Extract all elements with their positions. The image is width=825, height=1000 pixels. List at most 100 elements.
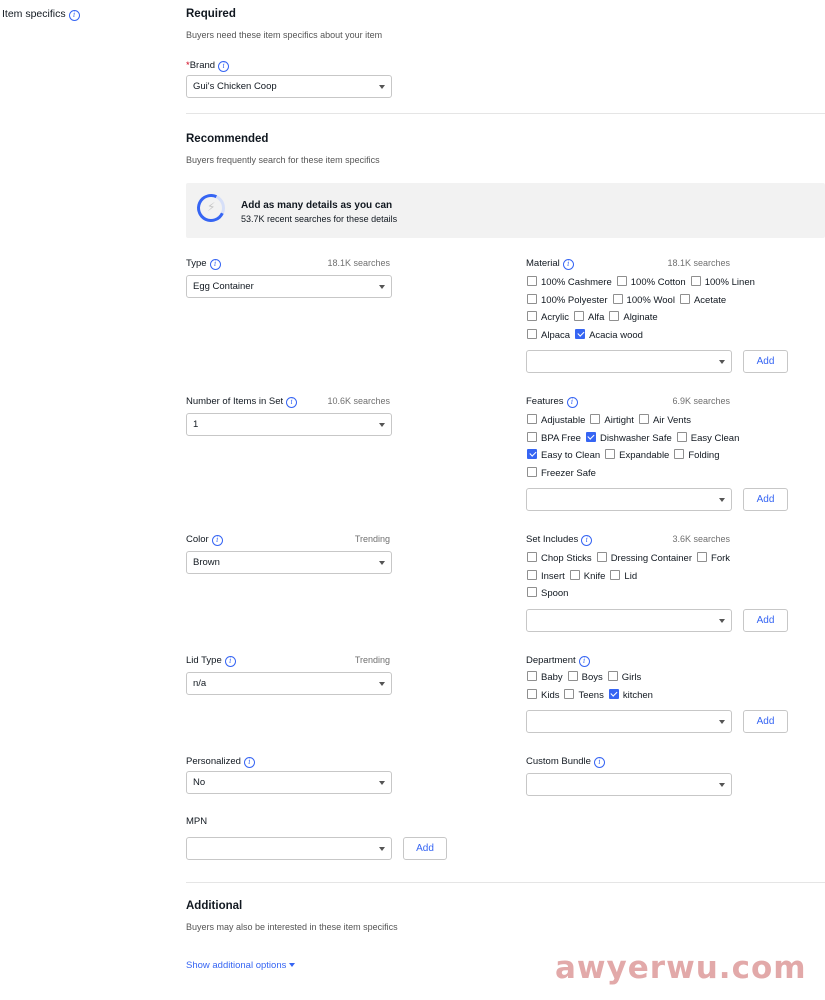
checkbox-option[interactable]: Spoon	[527, 587, 568, 599]
checkbox-option[interactable]: Fork	[697, 552, 730, 564]
info-icon[interactable]: i	[593, 757, 605, 768]
checkbox-option[interactable]: Acrylic	[527, 311, 569, 323]
department-select[interactable]	[526, 710, 732, 733]
checkbox-option[interactable]: Freezer Safe	[527, 466, 596, 479]
checkbox-option[interactable]: Alpaca	[527, 328, 570, 341]
checkbox-option[interactable]: Insert	[527, 569, 565, 582]
custom-bundle-select[interactable]	[526, 773, 732, 796]
checkbox-option[interactable]: Lid	[610, 569, 638, 582]
checkbox-option[interactable]: BPA Free	[527, 431, 581, 444]
info-icon[interactable]: i	[562, 259, 574, 270]
brand-select[interactable]: Gui's Chicken Coop	[186, 75, 392, 98]
checkbox-unchecked[interactable]	[527, 311, 537, 321]
features-add-button[interactable]: Add	[743, 488, 788, 511]
material-select[interactable]	[526, 350, 732, 373]
checkbox-option[interactable]: Acacia wood	[575, 328, 643, 341]
checkbox-option[interactable]: Chop Sticks	[527, 552, 592, 564]
features-select[interactable]	[526, 488, 732, 511]
checkbox-option[interactable]: 100% Cotton	[616, 276, 686, 288]
checkbox-option[interactable]: Boys	[567, 671, 603, 683]
mpn-add-button[interactable]: Add	[403, 837, 447, 860]
checkbox-unchecked[interactable]	[616, 276, 627, 286]
checkbox-option[interactable]: Adjustable	[527, 414, 585, 426]
recommended-subtitle: Buyers frequently search for these item …	[186, 155, 380, 165]
checkbox-option[interactable]: 100% Linen	[690, 276, 755, 288]
checkbox-unchecked[interactable]	[638, 414, 649, 424]
department-add-button[interactable]: Add	[743, 710, 788, 733]
checkbox-unchecked[interactable]	[590, 414, 601, 424]
checkbox-option[interactable]: Kids	[527, 688, 559, 701]
material-add-button[interactable]: Add	[743, 350, 788, 373]
color-select[interactable]: Brown	[186, 551, 392, 574]
show-additional-options-link[interactable]: Show additional options	[186, 960, 296, 971]
checkbox-unchecked[interactable]	[527, 569, 537, 580]
checkbox-option[interactable]: Teens	[564, 688, 604, 701]
type-select[interactable]: Egg Container	[186, 275, 392, 298]
checkbox-option[interactable]: 100% Polyester	[527, 293, 608, 306]
checkbox-option[interactable]: Airtight	[590, 414, 634, 426]
checkbox-option[interactable]: 100% Wool	[612, 293, 675, 306]
checkbox-unchecked[interactable]	[612, 293, 623, 304]
checkbox-option[interactable]: kitchen	[608, 688, 653, 701]
checkbox-unchecked[interactable]	[569, 569, 580, 580]
checkbox-option[interactable]: Expandable	[605, 449, 669, 461]
mpn-select[interactable]	[186, 837, 392, 860]
info-icon[interactable]: i	[243, 757, 255, 768]
checkbox-option[interactable]: Easy to Clean	[527, 449, 600, 461]
checkbox-option[interactable]: Air Vents	[638, 414, 691, 426]
personalized-select[interactable]: No	[186, 771, 392, 794]
checkbox-option[interactable]: Dishwasher Safe	[585, 431, 672, 444]
info-icon[interactable]: i	[566, 397, 578, 408]
set-includes-add-button[interactable]: Add	[743, 609, 788, 632]
checkbox-option[interactable]: Girls	[607, 671, 641, 683]
checkbox-unchecked[interactable]	[564, 688, 575, 699]
checkbox-option[interactable]: Alginate	[609, 311, 658, 323]
info-icon[interactable]: i	[218, 61, 230, 72]
checkbox-unchecked[interactable]	[527, 293, 537, 304]
checkbox-unchecked[interactable]	[679, 293, 690, 304]
info-icon[interactable]: i	[578, 656, 590, 667]
checkbox-unchecked[interactable]	[609, 311, 620, 321]
checkbox-unchecked[interactable]	[697, 552, 708, 562]
checkbox-unchecked[interactable]	[527, 431, 537, 442]
lid-type-select[interactable]: n/a	[186, 672, 392, 695]
checkbox-unchecked[interactable]	[690, 276, 701, 286]
checkbox-checked[interactable]	[608, 688, 619, 699]
checkbox-checked[interactable]	[527, 449, 537, 459]
checkbox-option[interactable]: Baby	[527, 671, 563, 683]
checkbox-unchecked[interactable]	[607, 671, 618, 681]
checkbox-unchecked[interactable]	[596, 552, 607, 562]
checkbox-unchecked[interactable]	[527, 328, 537, 339]
checkbox-unchecked[interactable]	[527, 466, 537, 477]
info-icon[interactable]: i	[68, 10, 80, 21]
checkbox-unchecked[interactable]	[573, 311, 584, 321]
checkbox-option[interactable]: Folding	[674, 449, 720, 461]
checkbox-option[interactable]: Easy Clean	[676, 431, 739, 444]
checkbox-unchecked[interactable]	[674, 449, 685, 459]
checkbox-unchecked[interactable]	[527, 688, 537, 699]
checkbox-unchecked[interactable]	[610, 569, 621, 580]
checkbox-unchecked[interactable]	[527, 587, 537, 597]
checkbox-unchecked[interactable]	[605, 449, 616, 459]
checkbox-checked[interactable]	[585, 431, 596, 442]
checkbox-unchecked[interactable]	[527, 276, 537, 286]
checkbox-option[interactable]: Knife	[569, 569, 605, 582]
info-icon[interactable]: i	[581, 535, 593, 546]
checkbox-option[interactable]: 100% Cashmere	[527, 276, 612, 288]
checkbox-unchecked[interactable]	[527, 671, 537, 681]
checkbox-unchecked[interactable]	[567, 671, 578, 681]
info-icon[interactable]: i	[211, 535, 223, 546]
show-additional-options-text: Show additional options	[186, 960, 287, 971]
checkbox-checked[interactable]	[575, 328, 586, 339]
checkbox-option[interactable]: Dressing Container	[596, 552, 692, 564]
checkbox-option[interactable]: Alfa	[573, 311, 604, 323]
set-includes-select[interactable]	[526, 609, 732, 632]
checkbox-unchecked[interactable]	[527, 414, 537, 424]
info-icon[interactable]: i	[209, 259, 221, 270]
checkbox-unchecked[interactable]	[527, 552, 537, 562]
checkbox-label: Lid	[624, 570, 638, 582]
checkbox-option[interactable]: Acetate	[679, 293, 726, 306]
info-icon[interactable]: i	[224, 656, 236, 667]
number-items-select[interactable]: 1	[186, 413, 392, 436]
checkbox-unchecked[interactable]	[676, 431, 687, 442]
